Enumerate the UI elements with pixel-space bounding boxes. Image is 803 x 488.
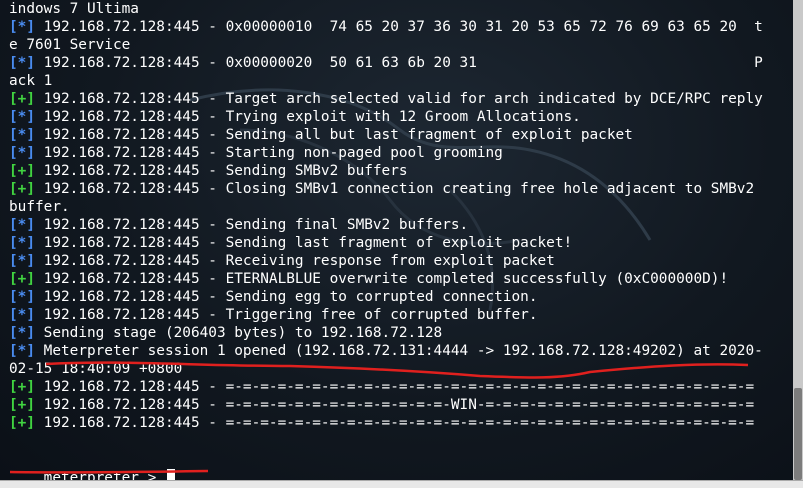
line-text: 192.168.72.128:445 - =-=-=-=-=-=-=-=-=-=… bbox=[35, 415, 755, 431]
text-cursor[interactable] bbox=[166, 469, 175, 480]
line-text: 192.168.72.128:445 - =-=-=-=-=-=-=-=-=-=… bbox=[35, 397, 755, 413]
terminal-line: [*] 192.168.72.128:445 - 0x00000010 74 6… bbox=[9, 18, 793, 36]
terminal-line: [+] 192.168.72.128:445 - Target arch sel… bbox=[9, 90, 793, 108]
info-tag: [*] bbox=[9, 109, 35, 125]
line-text: Meterpreter session 1 opened (192.168.72… bbox=[35, 343, 763, 359]
success-tag: [+] bbox=[9, 379, 35, 395]
line-text: Sending stage (206403 bytes) to 192.168.… bbox=[35, 325, 443, 341]
terminal-line: [+] 192.168.72.128:445 - ETERNALBLUE ove… bbox=[9, 270, 793, 288]
prompt-symbol: > bbox=[138, 470, 165, 480]
success-tag: [+] bbox=[9, 163, 35, 179]
info-tag: [*] bbox=[9, 145, 35, 161]
terminal-window[interactable]: indows 7 Ultima [*] 192.168.72.128:445 - … bbox=[0, 0, 793, 480]
line-text: 192.168.72.128:445 - 0x00000020 50 61 63… bbox=[35, 55, 763, 71]
terminal-line: e 7601 Service bbox=[9, 36, 793, 54]
info-tag: [*] bbox=[9, 55, 35, 71]
success-tag: [+] bbox=[9, 91, 35, 107]
meterpreter-prompt[interactable]: meterpreter > bbox=[9, 451, 175, 480]
line-text: 192.168.72.128:445 - Receiving response … bbox=[35, 253, 555, 269]
line-text: buffer. bbox=[9, 199, 70, 215]
terminal-line: [*] Meterpreter session 1 opened (192.16… bbox=[9, 342, 793, 360]
terminal-line: [+] 192.168.72.128:445 - =-=-=-=-=-=-=-=… bbox=[9, 396, 793, 414]
terminal-line: [*] 192.168.72.128:445 - Receiving respo… bbox=[9, 252, 793, 270]
line-text: 192.168.72.128:445 - Trying exploit with… bbox=[35, 109, 581, 125]
success-tag: [+] bbox=[9, 181, 35, 197]
info-tag: [*] bbox=[9, 289, 35, 305]
success-tag: [+] bbox=[9, 415, 35, 431]
terminal-output: indows 7 Ultima [*] 192.168.72.128:445 - … bbox=[9, 0, 793, 432]
line-text: 192.168.72.128:445 - ETERNALBLUE overwri… bbox=[35, 271, 729, 287]
prompt-label: meterpreter bbox=[43, 470, 139, 480]
terminal-line: indows 7 Ultima bbox=[9, 0, 793, 18]
info-tag: [*] bbox=[9, 325, 35, 341]
terminal-line: [+] 192.168.72.128:445 - =-=-=-=-=-=-=-=… bbox=[9, 378, 793, 396]
info-tag: [*] bbox=[9, 307, 35, 323]
line-text: 192.168.72.128:445 - =-=-=-=-=-=-=-=-=-=… bbox=[35, 379, 755, 395]
terminal-line: ack 1 bbox=[9, 72, 793, 90]
terminal-line: [*] 192.168.72.128:445 - Sending last fr… bbox=[9, 234, 793, 252]
line-text: 192.168.72.128:445 - Sending all but las… bbox=[35, 127, 633, 143]
line-text: ack 1 bbox=[9, 73, 53, 89]
terminal-line: buffer. bbox=[9, 198, 793, 216]
info-tag: [*] bbox=[9, 253, 35, 269]
terminal-line: [+] 192.168.72.128:445 - =-=-=-=-=-=-=-=… bbox=[9, 414, 793, 432]
terminal-line: [*] 192.168.72.128:445 - 0x00000020 50 6… bbox=[9, 54, 793, 72]
success-tag: [+] bbox=[9, 397, 35, 413]
info-tag: [*] bbox=[9, 235, 35, 251]
line-text: 192.168.72.128:445 - Target arch selecte… bbox=[35, 91, 763, 107]
line-text: 192.168.72.128:445 - Sending last fragme… bbox=[35, 235, 573, 251]
vertical-scrollbar[interactable] bbox=[793, 0, 803, 480]
line-text: indows 7 Ultima bbox=[9, 1, 139, 17]
line-text: 02-15 18:40:09 +0800 bbox=[9, 361, 183, 377]
scrollbar-thumb[interactable] bbox=[794, 388, 802, 480]
line-text: 192.168.72.128:445 - Sending SMBv2 buffe… bbox=[35, 163, 408, 179]
status-bar bbox=[0, 480, 803, 488]
terminal-line: [*] 192.168.72.128:445 - Trying exploit … bbox=[9, 108, 793, 126]
line-text: 192.168.72.128:445 - Triggering free of … bbox=[35, 307, 538, 323]
terminal-line: [*] 192.168.72.128:445 - Starting non-pa… bbox=[9, 144, 793, 162]
terminal-line: [*] 192.168.72.128:445 - Sending egg to … bbox=[9, 288, 793, 306]
terminal-line: [*] 192.168.72.128:445 - Triggering free… bbox=[9, 306, 793, 324]
success-tag: [+] bbox=[9, 271, 35, 287]
line-text: 192.168.72.128:445 - Sending egg to corr… bbox=[35, 289, 538, 305]
info-tag: [*] bbox=[9, 19, 35, 35]
terminal-line: [+] 192.168.72.128:445 - Sending SMBv2 b… bbox=[9, 162, 793, 180]
terminal-line: 02-15 18:40:09 +0800 bbox=[9, 360, 793, 378]
line-text: 192.168.72.128:445 - Sending final SMBv2… bbox=[35, 217, 469, 233]
info-tag: [*] bbox=[9, 217, 35, 233]
line-text: e 7601 Service bbox=[9, 37, 131, 53]
terminal-line: [*] Sending stage (206403 bytes) to 192.… bbox=[9, 324, 793, 342]
line-text: 192.168.72.128:445 - Closing SMBv1 conne… bbox=[35, 181, 755, 197]
terminal-line: [*] 192.168.72.128:445 - Sending final S… bbox=[9, 216, 793, 234]
terminal-line: [*] 192.168.72.128:445 - Sending all but… bbox=[9, 126, 793, 144]
info-tag: [*] bbox=[9, 343, 35, 359]
info-tag: [*] bbox=[9, 127, 35, 143]
line-text: 192.168.72.128:445 - Starting non-paged … bbox=[35, 145, 503, 161]
terminal-line: [+] 192.168.72.128:445 - Closing SMBv1 c… bbox=[9, 180, 793, 198]
line-text: 192.168.72.128:445 - 0x00000010 74 65 20… bbox=[35, 19, 763, 35]
